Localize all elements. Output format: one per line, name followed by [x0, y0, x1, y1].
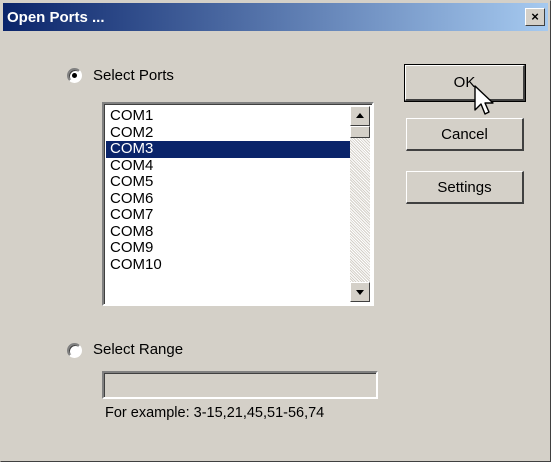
cancel-button[interactable]: Cancel	[406, 118, 524, 151]
arrow-up-icon	[356, 113, 364, 118]
list-item[interactable]: COM7	[106, 206, 353, 224]
scroll-down-button[interactable]	[350, 282, 370, 302]
select-range-label[interactable]: Select Range	[93, 341, 183, 358]
title-bar: Open Ports ... ×	[3, 3, 548, 31]
scroll-up-button[interactable]	[350, 106, 370, 126]
mouse-pointer-icon	[474, 85, 494, 115]
ports-list: COM1 COM2 COM3 COM4 COM5 COM6 COM7 COM8 COM9 COM1…	[106, 107, 353, 274]
list-item[interactable]: COM8	[106, 223, 353, 241]
window-title: Open Ports ...	[7, 9, 105, 26]
list-item[interactable]: COM2	[106, 124, 353, 142]
list-item[interactable]: COM3	[106, 140, 353, 158]
scroll-thumb[interactable]	[350, 126, 370, 138]
range-input[interactable]	[102, 371, 378, 399]
select-ports-label[interactable]: Select Ports	[93, 67, 174, 84]
list-item[interactable]: COM6	[106, 190, 353, 208]
close-icon: ×	[531, 9, 539, 24]
list-item[interactable]: COM4	[106, 157, 353, 175]
open-ports-dialog: Open Ports ... × Select Ports COM1 COM2 CO…	[0, 0, 551, 462]
ports-scrollbar[interactable]	[350, 106, 370, 302]
settings-button[interactable]: Settings	[406, 171, 524, 204]
ports-listbox[interactable]: COM1 COM2 COM3 COM4 COM5 COM6 COM7 COM8 COM9 COM1…	[102, 102, 374, 306]
radio-dot-icon	[72, 73, 77, 78]
list-item[interactable]: COM9	[106, 239, 353, 257]
ok-button[interactable]: OK	[404, 64, 526, 102]
select-range-radio[interactable]	[67, 343, 82, 358]
list-item[interactable]: COM10	[106, 256, 353, 274]
list-item[interactable]: COM1	[106, 107, 353, 125]
list-item[interactable]: COM5	[106, 173, 353, 191]
close-button[interactable]: ×	[525, 8, 545, 26]
select-ports-radio[interactable]	[67, 68, 82, 83]
arrow-down-icon	[356, 290, 364, 295]
range-example-hint: For example: 3-15,21,45,51-56,74	[105, 405, 325, 421]
